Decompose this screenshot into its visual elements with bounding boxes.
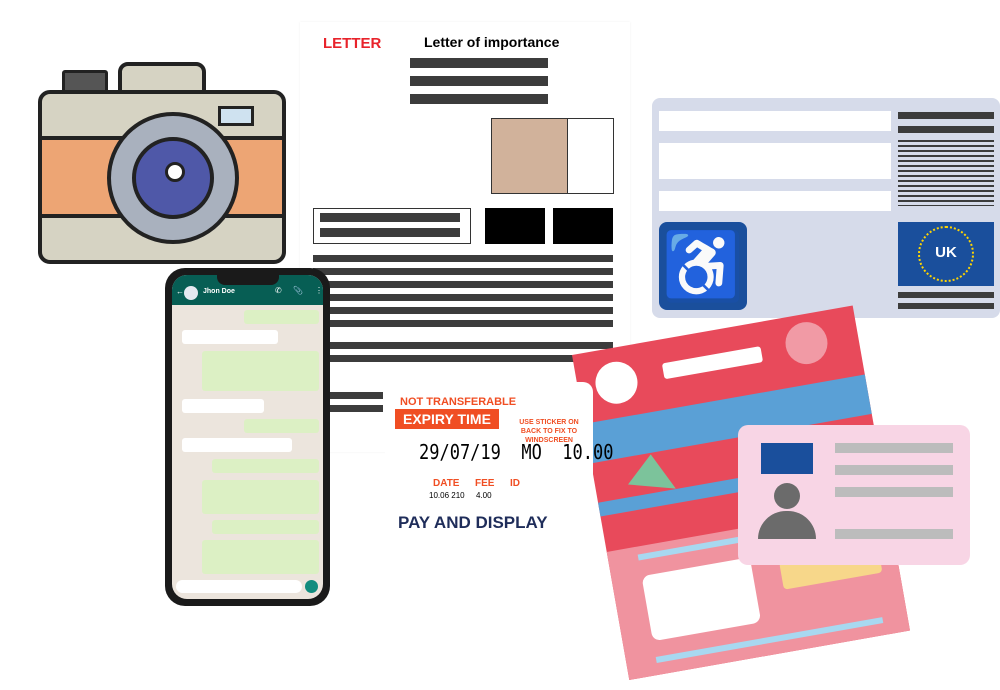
message-bubble xyxy=(182,330,278,344)
phone: ← Jhon Doe ✆ 📎 ⋮ xyxy=(165,268,330,606)
blue-badge-card: ♿ UK xyxy=(652,98,1000,318)
triangle-icon xyxy=(628,452,679,489)
photo-box xyxy=(491,118,568,194)
id-label: ID xyxy=(510,478,520,489)
empty-box xyxy=(567,118,614,194)
id-line xyxy=(835,529,953,539)
chat-header: ← Jhon Doe ✆ 📎 ⋮ xyxy=(172,275,323,305)
camera-icon xyxy=(38,60,286,264)
fee-value: 4.00 xyxy=(476,491,492,500)
text-line xyxy=(898,303,994,309)
phone-notch xyxy=(217,275,279,285)
text-line xyxy=(898,126,994,133)
not-transferable: NOT TRANSFERABLE xyxy=(400,396,517,408)
card-field xyxy=(659,143,891,179)
id-chip xyxy=(761,443,813,474)
letter-title: Letter of importance xyxy=(424,34,560,50)
message-input[interactable] xyxy=(176,580,302,593)
date-value: 10.06 210 xyxy=(429,491,465,500)
text-line xyxy=(313,281,613,288)
message-bubble xyxy=(244,419,319,433)
phone-call-icon[interactable]: ✆ xyxy=(275,286,282,295)
text-line xyxy=(313,342,613,349)
message-bubble xyxy=(244,310,319,324)
mic-button[interactable] xyxy=(305,580,318,593)
text-line xyxy=(898,292,994,298)
message-bubble xyxy=(202,351,319,391)
chat-screen: ← Jhon Doe ✆ 📎 ⋮ xyxy=(172,275,323,599)
permit-circle xyxy=(592,358,641,408)
eu-flag-icon: UK xyxy=(898,222,994,286)
menu-icon[interactable]: ⋮ xyxy=(315,286,323,295)
text-line xyxy=(320,228,460,237)
message-bubble xyxy=(182,399,264,413)
expiry-value: 29/07/19 MO 10.00 xyxy=(419,440,614,464)
text-line xyxy=(898,112,994,119)
back-arrow-icon[interactable]: ← xyxy=(176,287,184,296)
redaction-block xyxy=(485,208,545,244)
wheelchair-icon: ♿ xyxy=(659,222,747,310)
letter-label: LETTER xyxy=(323,35,382,52)
text-line xyxy=(410,76,548,86)
id-line xyxy=(835,487,953,497)
id-line xyxy=(835,443,953,453)
text-line xyxy=(313,294,613,301)
text-line xyxy=(313,355,613,362)
message-bubble xyxy=(182,438,292,452)
text-line xyxy=(410,94,548,104)
parking-ticket: NOT TRANSFERABLE EXPIRY TIME USE STICKER… xyxy=(385,382,613,542)
card-field xyxy=(659,111,891,131)
date-label: DATE xyxy=(433,478,460,489)
redaction-block xyxy=(553,208,613,244)
avatar xyxy=(184,286,198,300)
fee-label: FEE xyxy=(475,478,495,489)
message-bubble xyxy=(212,520,319,534)
text-line xyxy=(313,320,613,327)
card-field xyxy=(659,191,891,211)
text-line xyxy=(313,307,613,314)
permit-circle xyxy=(782,318,831,368)
text-line xyxy=(320,213,460,222)
contact-name: Jhon Doe xyxy=(203,288,235,295)
message-bubble xyxy=(202,540,319,574)
expiry-label: EXPIRY TIME xyxy=(395,409,499,429)
text-line xyxy=(410,58,548,68)
person-icon-body xyxy=(758,511,816,539)
person-icon xyxy=(774,483,800,509)
message-bubble xyxy=(212,459,319,473)
id-line xyxy=(835,465,953,475)
attachment-icon[interactable]: 📎 xyxy=(293,286,303,295)
text-lines xyxy=(898,140,994,206)
message-bubble xyxy=(202,480,319,514)
pay-and-display: PAY AND DISPLAY xyxy=(398,513,548,532)
text-line xyxy=(313,255,613,262)
id-card xyxy=(738,425,970,565)
text-line xyxy=(313,268,613,275)
uk-label: UK xyxy=(935,244,957,261)
permit-label xyxy=(661,346,764,380)
